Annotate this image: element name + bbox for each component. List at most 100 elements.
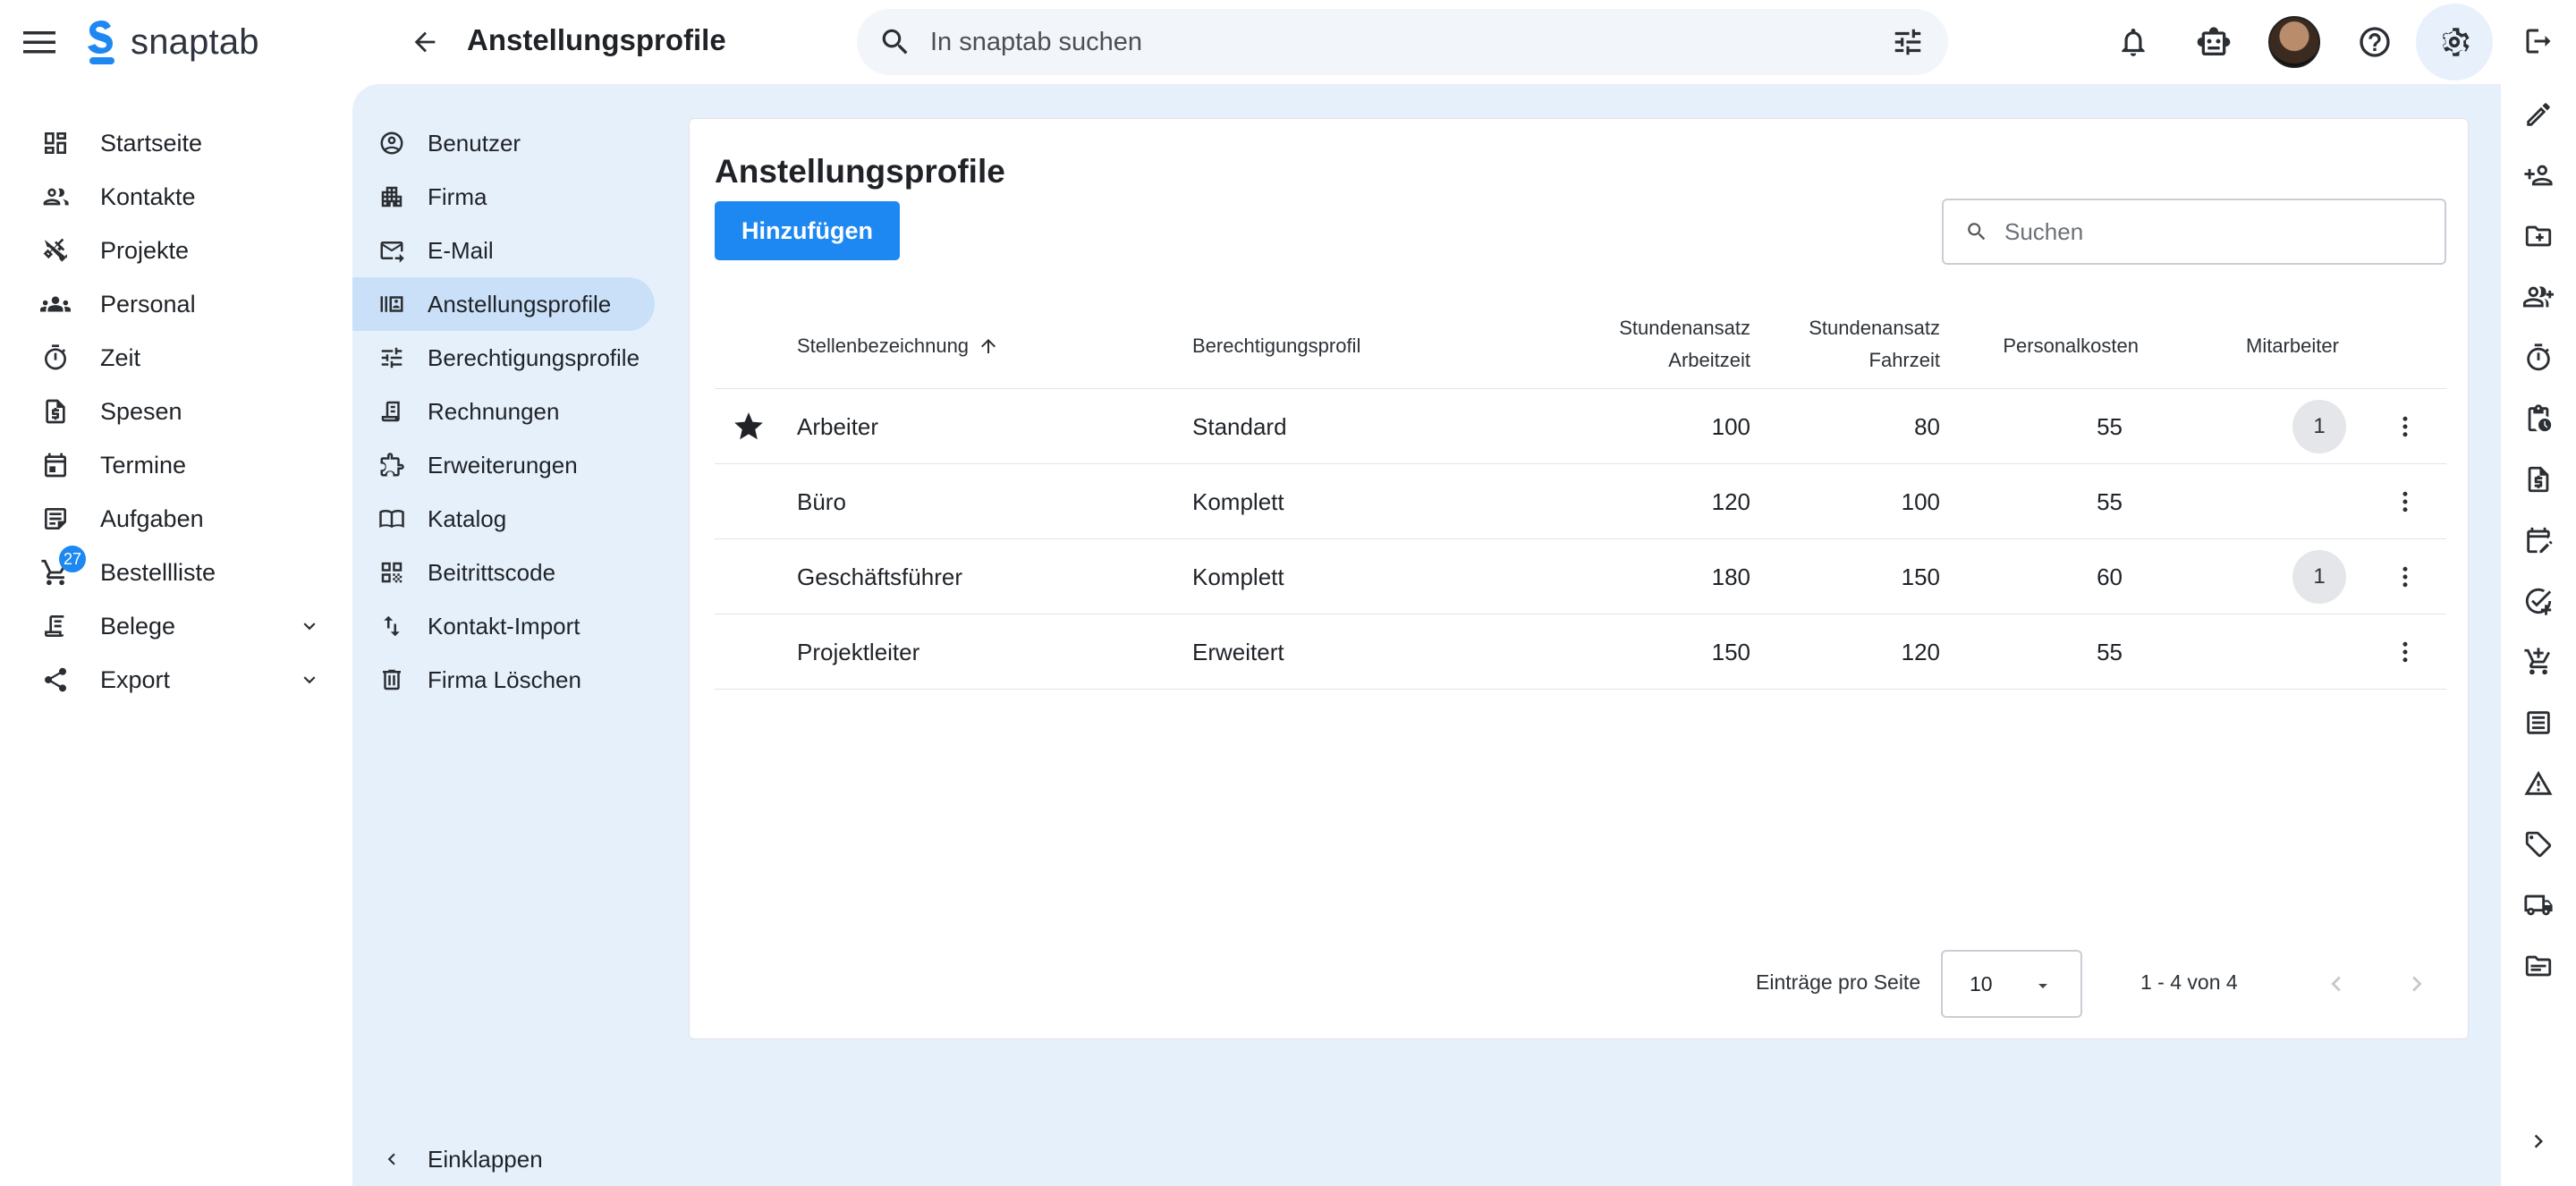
- book-open-icon: [376, 503, 408, 535]
- settings-item-rechnungen[interactable]: Rechnungen: [352, 385, 655, 438]
- timer-icon[interactable]: [2517, 336, 2560, 379]
- settings-item-beitrittscode[interactable]: Beitrittscode: [352, 546, 655, 599]
- sidebar-item-personal[interactable]: Personal: [0, 277, 352, 331]
- table-row[interactable]: Geschäftsführer Komplett 180 150 60 1: [715, 539, 2446, 614]
- global-search-input[interactable]: [930, 27, 1825, 57]
- settings-item-kontakt-import[interactable]: Kontakt-Import: [352, 599, 655, 653]
- app-logo[interactable]: snaptab: [84, 16, 259, 68]
- cell-title: Arbeiter: [797, 412, 879, 440]
- sidebar-item-projekte[interactable]: Projekte: [0, 224, 352, 277]
- previous-page-icon[interactable]: [2316, 963, 2357, 1004]
- warning-triangle-icon[interactable]: [2517, 762, 2560, 805]
- user-circle-icon: [376, 127, 408, 159]
- table-row[interactable]: Arbeiter Standard 100 80 55 1: [715, 389, 2446, 464]
- employee-count-chip[interactable]: 1: [2292, 400, 2346, 453]
- column-header-berechtigungsprofil[interactable]: Berechtigungsprofil: [1192, 330, 1360, 362]
- sidebar-item-kontakte[interactable]: Kontakte: [0, 170, 352, 224]
- per-page-select[interactable]: 10: [1941, 950, 2082, 1018]
- chevron-right-icon[interactable]: [2517, 1120, 2560, 1163]
- cell-permission: Komplett: [1192, 563, 1284, 590]
- receipt-dollar-icon[interactable]: [2517, 458, 2560, 501]
- collapse-sidebar-button[interactable]: Einklappen: [352, 1132, 657, 1186]
- sidebar-item-aufgaben[interactable]: Aufgaben: [0, 492, 352, 546]
- sidebar-item-bestellliste[interactable]: 27 Bestellliste: [0, 546, 352, 599]
- assistant-robot-icon[interactable]: [2184, 13, 2243, 72]
- cell-cost: 55: [2097, 487, 2123, 515]
- timer-icon: [38, 340, 73, 376]
- table-search-field[interactable]: [1942, 199, 2446, 265]
- add-person-icon[interactable]: [2517, 154, 2560, 197]
- settings-item-email[interactable]: E-Mail: [352, 224, 655, 277]
- star-filled-icon[interactable]: [731, 409, 767, 445]
- column-header-mitarbeiter[interactable]: Mitarbeiter: [2246, 330, 2339, 362]
- column-header-personalkosten[interactable]: Personalkosten: [2003, 330, 2139, 362]
- id-badge-icon: [376, 288, 408, 320]
- add-group-icon[interactable]: [2517, 275, 2560, 318]
- search-icon: [1962, 216, 1992, 247]
- settings-item-firma-loeschen[interactable]: Firma Löschen: [352, 653, 655, 707]
- sidebar-item-zeit[interactable]: Zeit: [0, 331, 352, 385]
- puzzle-icon: [376, 449, 408, 481]
- list-document-icon[interactable]: [2517, 701, 2560, 744]
- chevron-left-icon: [376, 1143, 408, 1175]
- cell-title: Büro: [797, 487, 846, 515]
- more-vert-icon[interactable]: [2387, 634, 2423, 670]
- more-vert-icon[interactable]: [2387, 409, 2423, 445]
- cell-rate-travel: 150: [1901, 563, 1940, 590]
- column-header-stundenansatz-arbeitzeit[interactable]: Stundenansatz Arbeitzeit: [1619, 312, 1750, 377]
- more-vert-icon[interactable]: [2387, 559, 2423, 595]
- employee-count-chip[interactable]: 1: [2292, 550, 2346, 604]
- sidebar-item-termine[interactable]: Termine: [0, 438, 352, 492]
- cell-rate-work: 120: [1711, 487, 1750, 515]
- sidebar-item-startseite[interactable]: Startseite: [0, 116, 352, 170]
- column-header-stundenansatz-fahrzeit[interactable]: Stundenansatz Fahrzeit: [1809, 312, 1940, 377]
- next-page-icon[interactable]: [2396, 963, 2437, 1004]
- truck-icon[interactable]: [2517, 884, 2560, 927]
- settings-item-anstellungsprofile[interactable]: Anstellungsprofile: [352, 277, 655, 331]
- settings-item-benutzer[interactable]: Benutzer: [352, 116, 655, 170]
- edit-pencil-icon[interactable]: [2517, 93, 2560, 136]
- dashboard-icon: [38, 125, 73, 161]
- sidebar-item-belege[interactable]: Belege: [0, 599, 352, 653]
- settings-item-katalog[interactable]: Katalog: [352, 492, 655, 546]
- clipboard-clock-icon[interactable]: [2517, 397, 2560, 440]
- sort-ascending-icon: [978, 335, 999, 357]
- more-vert-icon[interactable]: [2387, 484, 2423, 520]
- cart-icon: 27: [38, 546, 86, 590]
- chevron-down-icon[interactable]: [293, 610, 326, 642]
- add-folder-icon[interactable]: [2517, 215, 2560, 258]
- calendar-icon: [38, 447, 73, 483]
- calendar-edit-icon[interactable]: [2517, 519, 2560, 562]
- sidebar-item-spesen[interactable]: Spesen: [0, 385, 352, 438]
- add-button[interactable]: Hinzufügen: [715, 201, 900, 260]
- filter-tune-icon[interactable]: [1887, 21, 1928, 63]
- table-search-input[interactable]: [2004, 217, 2425, 246]
- table-row[interactable]: Projektleiter Erweitert 150 120 55: [715, 614, 2446, 690]
- tag-icon[interactable]: [2517, 823, 2560, 866]
- column-header-stellenbezeichnung[interactable]: Stellenbezeichnung: [797, 330, 999, 362]
- settings-item-berechtigungsprofile[interactable]: Berechtigungsprofile: [352, 331, 655, 385]
- cell-title: Projektleiter: [797, 638, 920, 665]
- right-action-rail: [2501, 0, 2576, 1186]
- settings-item-firma[interactable]: Firma: [352, 170, 655, 224]
- trash-icon: [376, 664, 408, 696]
- user-avatar[interactable]: [2265, 13, 2324, 72]
- table-row[interactable]: Büro Komplett 120 100 55: [715, 464, 2446, 539]
- global-search-bar[interactable]: [857, 9, 1948, 75]
- cell-rate-travel: 80: [1914, 412, 1940, 440]
- sidebar-item-export[interactable]: Export: [0, 653, 352, 707]
- task-add-icon[interactable]: [2517, 580, 2560, 623]
- help-icon[interactable]: [2345, 13, 2404, 72]
- notifications-bell-icon[interactable]: [2104, 13, 2163, 72]
- logout-icon[interactable]: [2517, 20, 2560, 63]
- app-name: snaptab: [131, 21, 259, 62]
- settings-item-erweiterungen[interactable]: Erweiterungen: [352, 438, 655, 492]
- hamburger-menu-icon[interactable]: [20, 22, 59, 62]
- settings-gear-icon[interactable]: [2416, 4, 2493, 80]
- pagination-range: 1 - 4 von 4: [2140, 970, 2238, 994]
- chevron-down-icon[interactable]: [293, 664, 326, 696]
- cell-cost: 55: [2097, 412, 2123, 440]
- folder-list-icon[interactable]: [2517, 945, 2560, 987]
- add-to-cart-icon[interactable]: [2517, 640, 2560, 683]
- back-arrow-icon[interactable]: [404, 21, 445, 63]
